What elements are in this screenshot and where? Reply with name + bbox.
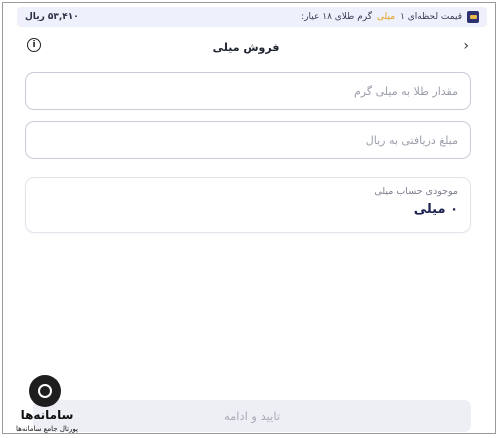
gold-icon (467, 11, 479, 23)
page-title: فروش میلی (212, 40, 280, 54)
price-prefix: قیمت لحظه‌ای ۱ (400, 12, 462, 22)
chevron-right-icon[interactable]: › (463, 37, 469, 55)
watermark-badge-icon (29, 375, 61, 407)
live-price-bar: قیمت لحظه‌ای ۱ میلی گرم طلای ۱۸ عیار: ۵۳… (17, 7, 487, 27)
balance-value: ۰ میلی (413, 202, 458, 217)
watermark-title: سامانه‌ها (20, 408, 74, 422)
balance-label: موجودی حساب میلی (374, 186, 458, 197)
watermark-logo: سامانه‌ها پورتال جامع سامانه‌ها (11, 375, 83, 437)
live-price-label: قیمت لحظه‌ای ۱ میلی گرم طلای ۱۸ عیار: (301, 11, 479, 23)
price-suffix: گرم طلای ۱۸ عیار: (301, 12, 373, 22)
receive-amount-field[interactable] (25, 121, 471, 159)
balance-card: موجودی حساب میلی ۰ میلی (25, 177, 471, 233)
app-frame: قیمت لحظه‌ای ۱ میلی گرم طلای ۱۸ عیار: ۵۳… (2, 2, 496, 434)
gold-amount-input[interactable] (26, 73, 470, 109)
live-price-value: ۵۳,۴۱۰ ریال (25, 12, 79, 22)
watermark-subtitle: پورتال جامع سامانه‌ها (16, 425, 78, 433)
gold-amount-field[interactable] (25, 72, 471, 110)
confirm-button[interactable]: تایید و ادامه (33, 400, 471, 432)
receive-amount-input[interactable] (26, 122, 470, 158)
page-header: i فروش میلی › (17, 35, 475, 59)
info-icon[interactable]: i (27, 38, 41, 52)
price-unit-highlight: میلی (377, 12, 396, 22)
